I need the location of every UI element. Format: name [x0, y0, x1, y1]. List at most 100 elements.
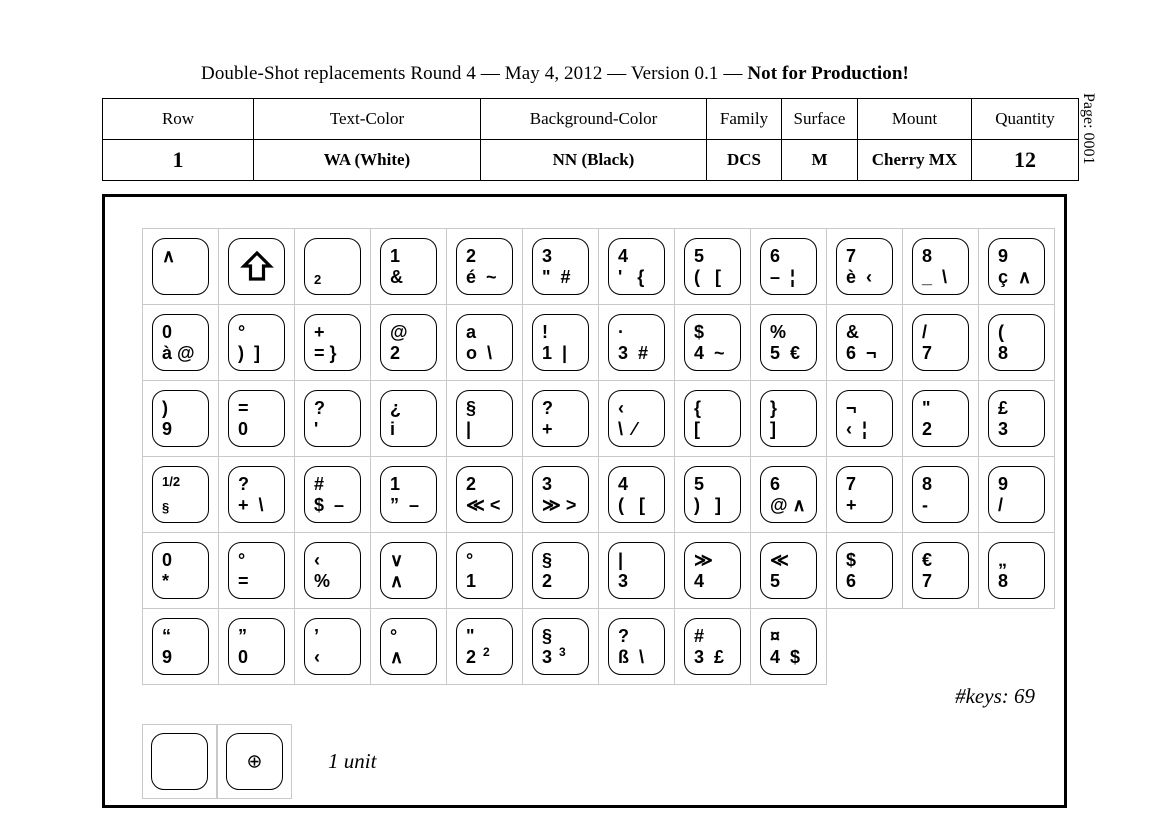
keycap-cell[interactable]: % 5 €: [750, 304, 827, 381]
keycap-cell[interactable]: · 3 #: [598, 304, 675, 381]
keycap[interactable]: ! 1 |: [532, 314, 589, 371]
keycap[interactable]: 8-: [912, 466, 969, 523]
keycap-cell[interactable]: 8-: [902, 456, 979, 533]
keycap[interactable]: ¬ ‹ ¦: [836, 390, 893, 447]
keycap-cell[interactable]: }]: [750, 380, 827, 457]
keycap[interactable]: ‹%: [304, 542, 361, 599]
keycap[interactable]: @2: [380, 314, 437, 371]
keycap-cell[interactable]: ‹ \ ⁄: [598, 380, 675, 457]
keycap[interactable]: 7 +: [836, 466, 893, 523]
keycap-cell[interactable]: 5( [: [674, 228, 751, 305]
keycap[interactable]: ” 0: [228, 618, 285, 675]
keycap[interactable]: 6 @ ∧: [760, 466, 817, 523]
keycap[interactable]: (8: [988, 314, 1045, 371]
keycap-cell[interactable]: (8: [978, 304, 1055, 381]
keycap-cell[interactable]: 1 &: [370, 228, 447, 305]
keycap[interactable]: 6– ¦: [760, 238, 817, 295]
keycap[interactable]: + = }: [304, 314, 361, 371]
keycap[interactable]: 9/: [988, 466, 1045, 523]
keycap-cell[interactable]: + = }: [294, 304, 371, 381]
keycap[interactable]: /7: [912, 314, 969, 371]
keycap-cell[interactable]: 7è ‹: [826, 228, 903, 305]
keycap-cell[interactable]: 3 " #: [522, 228, 599, 305]
keycap[interactable]: 0 *: [152, 542, 209, 599]
keycap-cell[interactable]: #3 £: [674, 608, 751, 685]
keycap[interactable]: 2: [304, 238, 361, 295]
keycap[interactable]: 9ç ∧: [988, 238, 1045, 295]
keycap[interactable]: § |: [456, 390, 513, 447]
keycap[interactable]: ∨ ∧: [380, 542, 437, 599]
keycap-cell[interactable]: /7: [902, 304, 979, 381]
keycap-cell[interactable]: ao \: [446, 304, 523, 381]
keycap-cell[interactable]: 2 ≪ <: [446, 456, 523, 533]
keycap[interactable]: ’ ‹: [304, 618, 361, 675]
keycap-cell[interactable]: 6– ¦: [750, 228, 827, 305]
keycap-cell[interactable]: 0 *: [142, 532, 219, 609]
keycap[interactable]: # $ –: [304, 466, 361, 523]
keycap-cell[interactable]: | 3: [598, 532, 675, 609]
keycap-cell[interactable]: 4 ' {: [598, 228, 675, 305]
keycap[interactable]: ° 1: [456, 542, 513, 599]
keycap-cell[interactable]: {[: [674, 380, 751, 457]
keycap-cell[interactable]: 2: [294, 228, 371, 305]
keycap-cell[interactable]: ° ∧: [370, 608, 447, 685]
keycap[interactable]: 4 ' {: [608, 238, 665, 295]
keycap[interactable]: 5) ]: [684, 466, 741, 523]
keycap-cell[interactable]: °) ]: [218, 304, 295, 381]
keycap-cell[interactable]: $4 ~: [674, 304, 751, 381]
keycap[interactable]: · 3 #: [608, 314, 665, 371]
keycap[interactable]: 5( [: [684, 238, 741, 295]
keycap-cell[interactable]: " 2 2: [446, 608, 523, 685]
keycap-cell[interactable]: @2: [370, 304, 447, 381]
keycap-cell[interactable]: ’ ‹: [294, 608, 371, 685]
keycap-cell[interactable]: ≫ 4: [674, 532, 751, 609]
keycap[interactable]: ? ': [304, 390, 361, 447]
keycap[interactable]: 1/2 §: [152, 466, 209, 523]
keycap-cell[interactable]: ∨ ∧: [370, 532, 447, 609]
keycap[interactable]: {[: [684, 390, 741, 447]
keycap-cell[interactable]: ! 1 |: [522, 304, 599, 381]
keycap[interactable]: ‹ \ ⁄: [608, 390, 665, 447]
keycap[interactable]: 8 _ \: [912, 238, 969, 295]
keycap[interactable]: 7è ‹: [836, 238, 893, 295]
keycap-cell[interactable]: 6 @ ∧: [750, 456, 827, 533]
keycap[interactable]: 0à @: [152, 314, 209, 371]
keycap-cell[interactable]: 1” –: [370, 456, 447, 533]
keycap-cell[interactable]: § 2: [522, 532, 599, 609]
keycap-cell[interactable]: ? +: [522, 380, 599, 457]
keycap[interactable]: 3 ≫ >: [532, 466, 589, 523]
keycap[interactable]: ¿ i: [380, 390, 437, 447]
keycap[interactable]: 2 ≪ <: [456, 466, 513, 523]
keycap-cell[interactable]: ¬ ‹ ¦: [826, 380, 903, 457]
keycap[interactable]: °) ]: [228, 314, 285, 371]
keycap-cell[interactable]: ? + \: [218, 456, 295, 533]
keycap-cell[interactable]: 9ç ∧: [978, 228, 1055, 305]
keycap-cell[interactable]: 3 ≫ >: [522, 456, 599, 533]
keycap-cell[interactable]: ¤ 4 $: [750, 608, 827, 685]
keycap-cell[interactable]: ° =: [218, 532, 295, 609]
keycap[interactable]: }]: [760, 390, 817, 447]
keycap-cell[interactable]: ” 0: [218, 608, 295, 685]
keycap-cell[interactable]: § 3 3: [522, 608, 599, 685]
keycap[interactable]: [228, 238, 285, 295]
keycap-cell[interactable]: £3: [978, 380, 1055, 457]
keycap-cell[interactable]: ) 9: [142, 380, 219, 457]
keycap-cell[interactable]: & 6 ¬: [826, 304, 903, 381]
keycap[interactable]: $4 ~: [684, 314, 741, 371]
keycap[interactable]: #3 £: [684, 618, 741, 675]
keycap[interactable]: ° ∧: [380, 618, 437, 675]
keycap[interactable]: & 6 ¬: [836, 314, 893, 371]
keycap-cell[interactable]: 5) ]: [674, 456, 751, 533]
keycap-cell[interactable]: ° 1: [446, 532, 523, 609]
keycap-cell[interactable]: ≪ 5: [750, 532, 827, 609]
keycap[interactable]: ≪ 5: [760, 542, 817, 599]
keycap[interactable]: 4( [: [608, 466, 665, 523]
keycap[interactable]: " 2 2: [456, 618, 513, 675]
keycap-cell[interactable]: [218, 228, 295, 305]
keycap-cell[interactable]: ? ß \: [598, 608, 675, 685]
keycap-cell[interactable]: 2é ~: [446, 228, 523, 305]
keycap-cell[interactable]: „ 8: [978, 532, 1055, 609]
keycap-cell[interactable]: " 2: [902, 380, 979, 457]
keycap[interactable]: " 2: [912, 390, 969, 447]
keycap-cell[interactable]: 7 +: [826, 456, 903, 533]
